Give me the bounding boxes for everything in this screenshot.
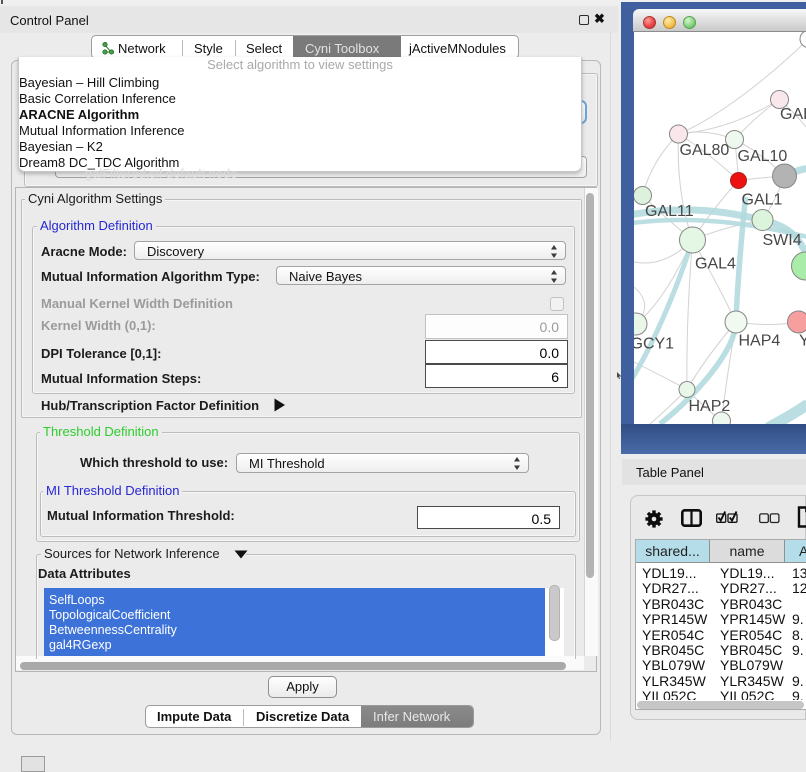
svg-text:GAL10: GAL10: [738, 148, 788, 165]
svg-text:GAL11: GAL11: [645, 203, 694, 220]
svg-text:GAL1: GAL1: [742, 192, 783, 209]
svg-text:GAL4: GAL4: [695, 256, 736, 273]
svg-text:GAL: GAL: [780, 106, 806, 123]
svg-text:HAP4: HAP4: [739, 333, 781, 350]
svg-text:GAL80: GAL80: [680, 142, 730, 159]
svg-text:HAP2: HAP2: [689, 398, 731, 415]
svg-text:SWI4: SWI4: [763, 232, 802, 249]
svg-text:Y: Y: [799, 333, 806, 350]
svg-text:GCY1: GCY1: [634, 336, 674, 353]
